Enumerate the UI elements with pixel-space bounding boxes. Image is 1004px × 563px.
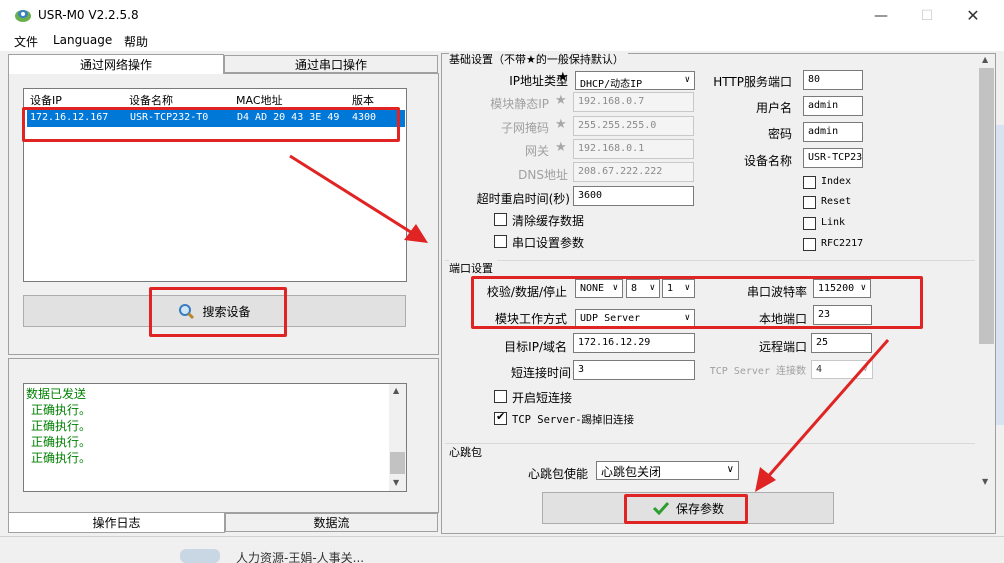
annotation-arrows bbox=[289, 154, 890, 492]
background-window-edge bbox=[996, 125, 1004, 425]
background-window-text: 人力资源-王娟-人事关... bbox=[236, 551, 365, 563]
avatar bbox=[180, 549, 220, 563]
app-window: USR-M0 V2.2.5.8 — ☐ ✕ 文件 Language 帮助 通过网… bbox=[0, 0, 1004, 563]
bottom-strip bbox=[0, 536, 1004, 563]
arrow-line bbox=[289, 154, 418, 238]
arrow-line bbox=[763, 339, 890, 481]
arrow-head-icon bbox=[404, 224, 428, 243]
